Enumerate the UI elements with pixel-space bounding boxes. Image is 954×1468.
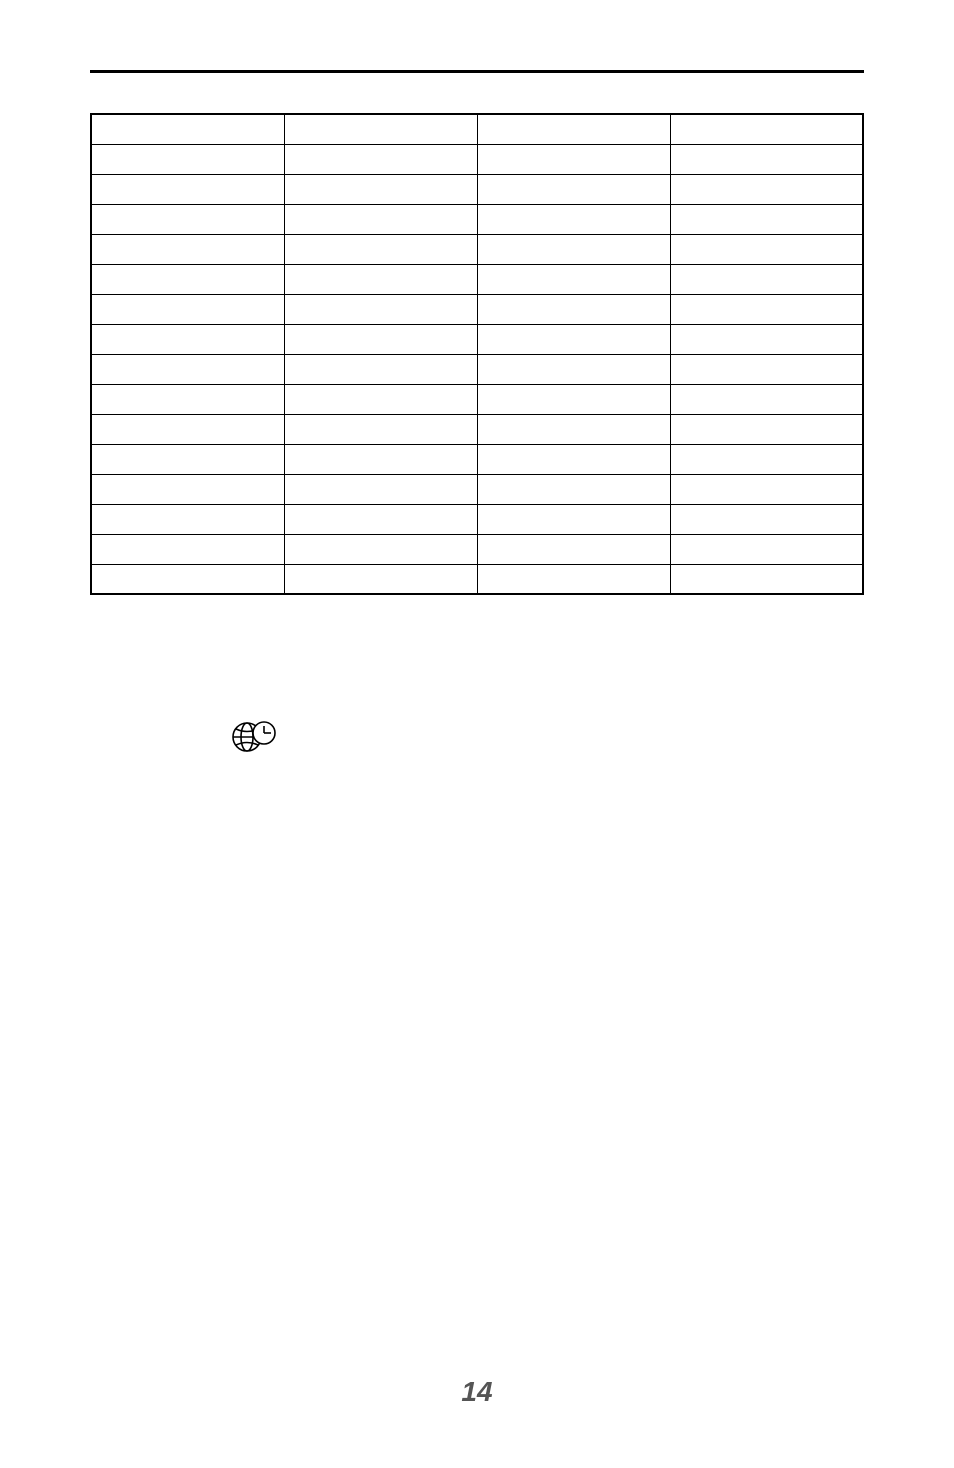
- table-cell: [670, 234, 863, 264]
- icon-container: [230, 715, 864, 755]
- table-cell: [477, 324, 670, 354]
- globe-clock-icon: [230, 715, 280, 755]
- table-cell: [670, 264, 863, 294]
- table-cell: [477, 264, 670, 294]
- table-row: [91, 414, 863, 444]
- table-cell: [91, 324, 284, 354]
- top-divider: [90, 70, 864, 73]
- table-cell: [284, 294, 477, 324]
- table-cell: [284, 504, 477, 534]
- table-cell: [477, 234, 670, 264]
- table-cell: [477, 174, 670, 204]
- table-cell: [477, 204, 670, 234]
- table-cell: [477, 294, 670, 324]
- table-row: [91, 174, 863, 204]
- table-cell: [284, 204, 477, 234]
- table-cell: [670, 324, 863, 354]
- table-cell: [670, 564, 863, 594]
- table-row: [91, 144, 863, 174]
- table-cell: [284, 534, 477, 564]
- table-cell: [284, 114, 477, 144]
- table-row: [91, 324, 863, 354]
- table-cell: [284, 324, 477, 354]
- table-cell: [91, 534, 284, 564]
- table-row: [91, 204, 863, 234]
- table-row: [91, 504, 863, 534]
- table-cell: [670, 444, 863, 474]
- table-row: [91, 354, 863, 384]
- table-cell: [284, 144, 477, 174]
- table-cell: [91, 234, 284, 264]
- table-cell: [477, 384, 670, 414]
- table-cell: [284, 414, 477, 444]
- table-cell: [670, 414, 863, 444]
- table-cell: [670, 504, 863, 534]
- table-cell: [91, 564, 284, 594]
- table-cell: [284, 234, 477, 264]
- table-row: [91, 384, 863, 414]
- table-cell: [477, 444, 670, 474]
- table-cell: [477, 414, 670, 444]
- table-row: [91, 234, 863, 264]
- table-cell: [91, 384, 284, 414]
- table-cell: [284, 174, 477, 204]
- table-cell: [670, 114, 863, 144]
- table-cell: [284, 384, 477, 414]
- table-cell: [670, 534, 863, 564]
- table-cell: [284, 264, 477, 294]
- table-cell: [670, 294, 863, 324]
- table-cell: [477, 564, 670, 594]
- table-cell: [670, 144, 863, 174]
- page-number: 14: [0, 1376, 954, 1408]
- table-cell: [670, 474, 863, 504]
- table-cell: [477, 474, 670, 504]
- table-cell: [91, 474, 284, 504]
- table-cell: [477, 144, 670, 174]
- empty-table: [90, 113, 864, 595]
- table-cell: [91, 504, 284, 534]
- table-row: [91, 444, 863, 474]
- table-cell: [670, 384, 863, 414]
- table-cell: [91, 114, 284, 144]
- table-cell: [91, 204, 284, 234]
- table-row: [91, 474, 863, 504]
- table-cell: [670, 204, 863, 234]
- table-cell: [477, 354, 670, 384]
- table-cell: [91, 414, 284, 444]
- table-cell: [284, 444, 477, 474]
- table-cell: [284, 564, 477, 594]
- table-cell: [91, 294, 284, 324]
- table-row: [91, 294, 863, 324]
- table-cell: [91, 174, 284, 204]
- table-cell: [477, 534, 670, 564]
- table-cell: [477, 114, 670, 144]
- table-cell: [284, 474, 477, 504]
- table-cell: [91, 144, 284, 174]
- table-cell: [284, 354, 477, 384]
- table-cell: [91, 444, 284, 474]
- table-cell: [477, 504, 670, 534]
- table-row: [91, 534, 863, 564]
- table-cell: [91, 264, 284, 294]
- table-row: [91, 564, 863, 594]
- table-cell: [91, 354, 284, 384]
- table-row: [91, 264, 863, 294]
- table-cell: [670, 354, 863, 384]
- table-cell: [670, 174, 863, 204]
- table-row: [91, 114, 863, 144]
